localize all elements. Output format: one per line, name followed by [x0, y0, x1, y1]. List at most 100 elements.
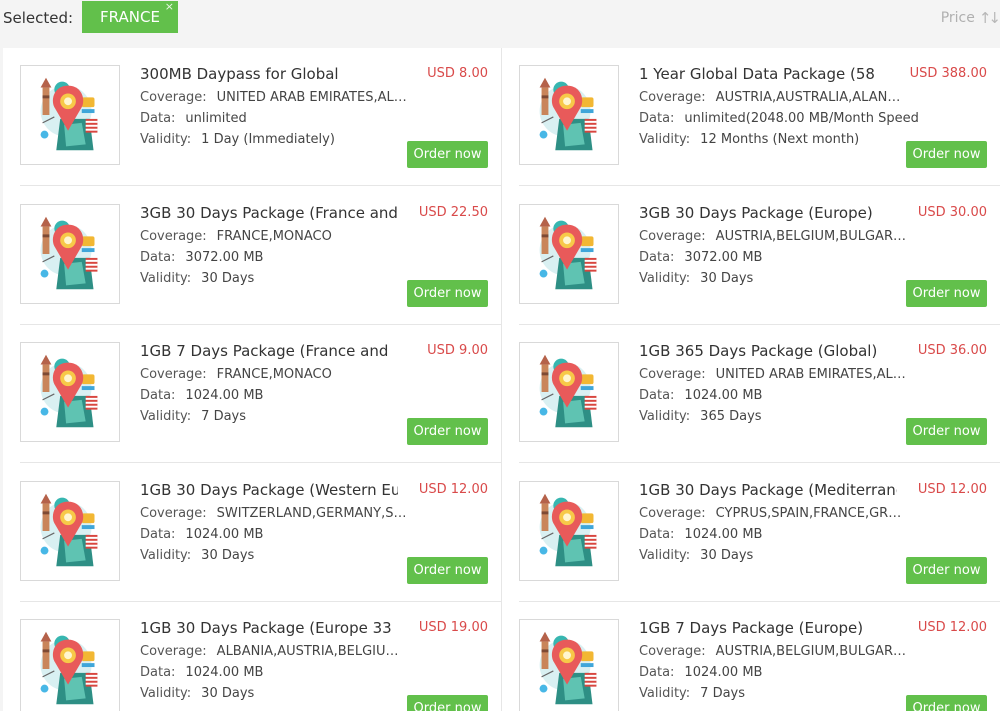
package-title[interactable]: 1 Year Global Data Package (58 — [639, 65, 897, 83]
package-card: 1 Year Global Data Package (58 USD 388.0… — [519, 48, 1000, 186]
validity-label: Validity: — [639, 270, 691, 286]
package-title[interactable]: 1GB 30 Days Package (Western Europe — [140, 481, 398, 499]
order-now-button[interactable]: Order now — [906, 556, 987, 584]
coverage-value: ALBANIA,AUSTRIA,BELGIUM,SWITZERLAND... — [216, 644, 408, 659]
package-title[interactable]: 1GB 365 Days Package (Global) — [639, 342, 897, 360]
package-title[interactable]: 1GB 7 Days Package (Europe) — [639, 619, 897, 637]
package-thumbnail[interactable] — [20, 342, 120, 442]
data-value: 1024.00 MB — [684, 665, 763, 680]
data-line: Data: 1024.00 MB — [639, 388, 991, 403]
package-price: USD 8.00 — [427, 66, 488, 81]
package-thumbnail[interactable] — [20, 480, 120, 581]
package-card: 3GB 30 Days Package (France and USD 22.5… — [20, 187, 501, 325]
data-line: Data: 3072.00 MB — [140, 250, 492, 265]
data-label: Data: — [639, 249, 675, 265]
coverage-line: Coverage: AUSTRIA,AUSTRALIA,ALAND ISLANDS… — [639, 90, 907, 105]
coverage-label: Coverage: — [639, 228, 706, 244]
data-label: Data: — [639, 665, 675, 680]
coverage-label: Coverage: — [639, 644, 706, 659]
coverage-line: Coverage: SWITZERLAND,GERMANY,SPAIN,FRANC… — [140, 506, 408, 521]
data-value: 1024.00 MB — [185, 388, 264, 403]
order-now-button[interactable]: Order now — [407, 279, 488, 307]
travel-location-icon — [40, 77, 98, 151]
data-label: Data: — [639, 111, 675, 126]
coverage-line: Coverage: CYPRUS,SPAIN,FRANCE,GREECE,ITAL… — [639, 506, 907, 521]
package-thumbnail[interactable] — [519, 342, 619, 442]
order-now-button[interactable]: Order now — [906, 695, 987, 711]
column-divider — [501, 48, 502, 711]
package-price: USD 12.00 — [917, 481, 987, 497]
package-thumbnail[interactable] — [20, 65, 120, 165]
validity-value: 30 Days — [201, 686, 255, 701]
coverage-line: Coverage: AUSTRIA,BELGIUM,BULGARIA,CYPRUS… — [639, 229, 907, 244]
data-line: Data: 1024.00 MB — [639, 527, 991, 542]
package-title[interactable]: 1GB 30 Days Package (Europe 33 — [140, 619, 398, 637]
travel-location-icon — [40, 354, 98, 428]
package-title[interactable]: 1GB 7 Days Package (France and — [140, 342, 398, 360]
package-price: USD 30.00 — [917, 204, 987, 220]
travel-location-icon — [40, 493, 98, 566]
coverage-value: SWITZERLAND,GERMANY,SPAIN,FRANCE... — [216, 505, 408, 521]
validity-label: Validity: — [140, 547, 192, 563]
validity-label: Validity: — [639, 547, 691, 563]
data-value: 1024.00 MB — [684, 526, 763, 542]
coverage-value: AUSTRIA,BELGIUM,BULGARIA,CYPRUS... — [715, 228, 907, 244]
coverage-value: FRANCE,MONACO — [216, 228, 332, 244]
coverage-label: Coverage: — [639, 505, 706, 521]
package-thumbnail[interactable] — [519, 619, 619, 711]
package-card: 1GB 7 Days Package (Europe) USD 12.00 Co… — [519, 602, 1000, 711]
close-icon[interactable]: × — [165, 0, 174, 14]
data-label: Data: — [140, 111, 176, 126]
order-now-button[interactable]: Order now — [906, 141, 987, 168]
selected-label: Selected: — [3, 9, 74, 27]
sort-label: Price — [940, 10, 975, 26]
package-title[interactable]: 3GB 30 Days Package (France and — [140, 204, 398, 222]
package-thumbnail[interactable] — [20, 619, 120, 711]
validity-label: Validity: — [140, 132, 192, 147]
validity-value: 30 Days — [201, 270, 255, 286]
package-card: 300MB Daypass for Global USD 8.00 Covera… — [20, 48, 501, 186]
data-line: Data: 1024.00 MB — [140, 388, 492, 403]
validity-label: Validity: — [140, 686, 192, 701]
data-line: Data: 1024.00 MB — [140, 527, 492, 542]
order-now-button[interactable]: Order now — [407, 141, 488, 168]
validity-value: 7 Days — [201, 409, 247, 424]
order-now-button[interactable]: Order now — [407, 695, 488, 711]
package-thumbnail[interactable] — [519, 203, 619, 304]
order-now-button[interactable]: Order now — [407, 556, 488, 584]
validity-label: Validity: — [639, 686, 691, 701]
order-now-button[interactable]: Order now — [407, 418, 488, 445]
package-thumbnail[interactable] — [519, 65, 619, 165]
data-label: Data: — [639, 526, 675, 542]
package-thumbnail[interactable] — [20, 203, 120, 304]
package-card: 1GB 30 Days Package (Mediterranean USD 1… — [519, 464, 1000, 602]
order-now-button[interactable]: Order now — [906, 418, 987, 445]
travel-location-icon — [40, 631, 98, 705]
data-line: Data: 3072.00 MB — [639, 250, 991, 265]
package-card: 1GB 30 Days Package (Europe 33 USD 19.00… — [20, 602, 501, 711]
coverage-value: UNITED ARAB EMIRATES,ALBANIA,ARMENIA... — [216, 90, 408, 105]
validity-value: 1 Day (Immediately) — [201, 132, 335, 147]
order-now-button[interactable]: Order now — [906, 279, 987, 307]
coverage-value: FRANCE,MONACO — [216, 367, 332, 382]
selected-tag-france[interactable]: FRANCE × — [82, 0, 178, 33]
data-line: Data: 1024.00 MB — [140, 665, 492, 680]
data-value: 1024.00 MB — [684, 388, 763, 403]
validity-label: Validity: — [639, 132, 691, 147]
coverage-label: Coverage: — [140, 90, 207, 105]
coverage-line: Coverage: AUSTRIA,BELGIUM,BULGARIA,CYPRUS… — [639, 644, 907, 659]
data-value: unlimited — [185, 111, 247, 126]
sort-by-price[interactable]: Price ↑↓ — [940, 9, 1000, 27]
validity-value: 12 Months (Next month) — [700, 132, 860, 147]
package-price: USD 19.00 — [418, 620, 488, 635]
validity-value: 7 Days — [700, 686, 746, 701]
coverage-label: Coverage: — [639, 90, 706, 105]
coverage-label: Coverage: — [639, 367, 706, 382]
coverage-value: AUSTRIA,BELGIUM,BULGARIA,CYPRUS... — [715, 644, 907, 659]
coverage-label: Coverage: — [140, 505, 207, 521]
package-title[interactable]: 1GB 30 Days Package (Mediterranean — [639, 481, 897, 499]
package-thumbnail[interactable] — [519, 480, 619, 581]
package-title[interactable]: 300MB Daypass for Global — [140, 65, 398, 83]
package-title[interactable]: 3GB 30 Days Package (Europe) — [639, 204, 897, 222]
coverage-value: CYPRUS,SPAIN,FRANCE,GREECE,ITALY... — [715, 505, 907, 521]
